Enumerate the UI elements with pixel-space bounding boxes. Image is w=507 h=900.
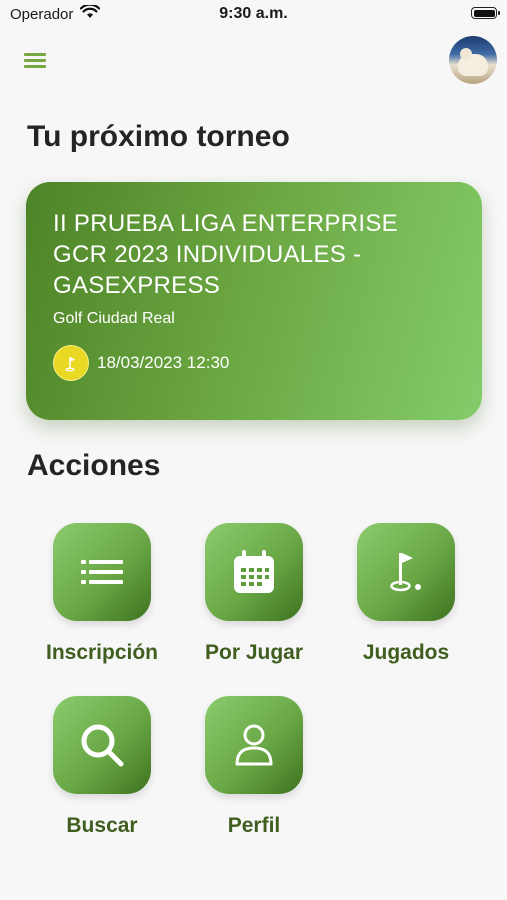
avatar[interactable] [449, 36, 497, 84]
battery-icon [471, 7, 500, 19]
jugados-button[interactable]: Jugados [330, 523, 480, 673]
list-icon [81, 560, 123, 584]
por-jugar-button[interactable]: Por Jugar [178, 523, 328, 673]
tournament-name: II PRUEBA LIGA ENTERPRISE GCR 2023 INDIV… [53, 210, 398, 299]
next-tournament-card[interactable]: II PRUEBA LIGA ENTERPRISE GCR 2023 INDIV… [26, 182, 482, 420]
clock: 9:30 a.m. [219, 5, 288, 22]
perfil-button[interactable]: Perfil [178, 696, 328, 846]
golf-flag-icon [53, 345, 89, 381]
hamburger-icon[interactable] [24, 51, 46, 69]
inscripcion-button[interactable]: Inscripción [26, 523, 176, 673]
tournament-datetime: 18/03/2023 12:30 [97, 353, 230, 372]
user-icon [235, 724, 273, 766]
action-label: Perfil [227, 814, 281, 837]
buscar-button[interactable]: Buscar [26, 696, 176, 846]
golf-flag-icon [390, 553, 421, 592]
action-label: Jugados [362, 641, 450, 664]
action-label: Buscar [66, 814, 138, 837]
status-bar: Operador 9:30 a.m. [0, 0, 507, 28]
next-tournament-title: Tu próximo torneo [27, 120, 290, 153]
calendar-icon [234, 550, 274, 593]
actions-title: Acciones [27, 449, 161, 482]
action-label: Inscripción [45, 641, 159, 664]
search-icon [81, 724, 124, 767]
tournament-club: Golf Ciudad Real [53, 310, 175, 327]
action-label: Por Jugar [204, 641, 304, 664]
